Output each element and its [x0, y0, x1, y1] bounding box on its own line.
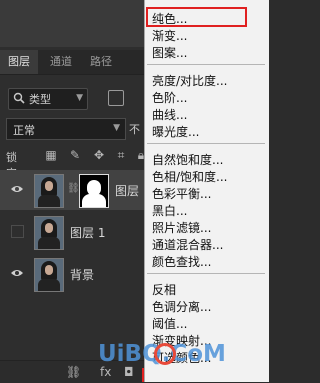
eye-icon[interactable] [10, 268, 24, 278]
layer-thumbnail [34, 174, 64, 208]
layer-thumbnail [34, 216, 64, 250]
chevron-down-icon: ▼ [76, 93, 83, 103]
menu-item-invert[interactable]: 反相 [152, 281, 176, 298]
opacity-label: 不 [129, 123, 140, 136]
search-icon [13, 92, 25, 104]
menu-item-curves[interactable]: 曲线... [152, 106, 187, 123]
menu-divider [147, 64, 265, 65]
lock-move-icon[interactable]: ✥ [92, 148, 106, 162]
layer-thumbnail [34, 258, 64, 292]
chevron-down-icon: ▼ [113, 123, 120, 133]
menu-item-pattern[interactable]: 图案... [152, 44, 187, 61]
link-icon[interactable]: ⛓ [67, 183, 80, 194]
layer-name[interactable]: 背景 [70, 266, 94, 283]
blend-mode-dropdown[interactable]: 正常 ▼ [6, 118, 126, 140]
tab-channels[interactable]: 通道 [42, 50, 80, 74]
menu-item-levels[interactable]: 色阶... [152, 89, 187, 106]
lock-artboard-icon[interactable]: ⌗ [114, 148, 128, 162]
menu-item-threshold[interactable]: 阈值... [152, 315, 187, 332]
eye-icon[interactable] [10, 184, 24, 194]
menu-item-photo-filter[interactable]: 照片滤镜... [152, 219, 211, 236]
menu-item-gradient[interactable]: 渐变... [152, 27, 187, 44]
menu-item-black-white[interactable]: 黑白... [152, 202, 187, 219]
image-filter-icon[interactable] [108, 90, 124, 106]
watermark-circle-icon [154, 343, 176, 365]
layer-mask-thumbnail[interactable] [79, 174, 109, 208]
lock-transparent-icon[interactable]: ▦ [44, 148, 58, 162]
visibility-toggle[interactable] [11, 225, 24, 238]
menu-item-channel-mixer[interactable]: 通道混合器... [152, 236, 223, 253]
tab-layers[interactable]: 图层 [0, 50, 38, 74]
fx-icon[interactable]: fx [100, 365, 111, 379]
link-layers-icon[interactable]: ⛓ [66, 365, 81, 379]
filter-row: 类型 ▼ [4, 88, 154, 110]
tab-paths[interactable]: 路径 [82, 50, 120, 74]
layer-name[interactable]: 图层 [115, 182, 139, 199]
filter-kind-label: 类型 [29, 93, 51, 106]
menu-item-solid-color[interactable]: 纯色... [152, 10, 187, 27]
add-mask-icon[interactable]: ◘ [124, 365, 134, 379]
menu-item-hue-saturation[interactable]: 色相/饱和度... [152, 168, 228, 185]
adjustment-menu: 纯色... 渐变... 图案... 亮度/对比度... 色阶... 曲线... … [144, 0, 269, 382]
menu-item-color-balance[interactable]: 色彩平衡... [152, 185, 211, 202]
blend-mode-label: 正常 [13, 124, 35, 137]
menu-item-color-lookup[interactable]: 颜色查找... [152, 253, 211, 270]
menu-divider [147, 273, 265, 274]
menu-item-vibrance[interactable]: 自然饱和度... [152, 151, 223, 168]
menu-divider [147, 143, 265, 144]
filter-kind-dropdown[interactable]: 类型 ▼ [8, 88, 88, 110]
lock-brush-icon[interactable]: ✎ [68, 148, 82, 162]
layer-name[interactable]: 图层 1 [70, 224, 105, 241]
menu-item-exposure[interactable]: 曝光度... [152, 123, 199, 140]
menu-item-posterize[interactable]: 色调分离... [152, 298, 211, 315]
menu-item-brightness-contrast[interactable]: 亮度/对比度... [152, 72, 228, 89]
